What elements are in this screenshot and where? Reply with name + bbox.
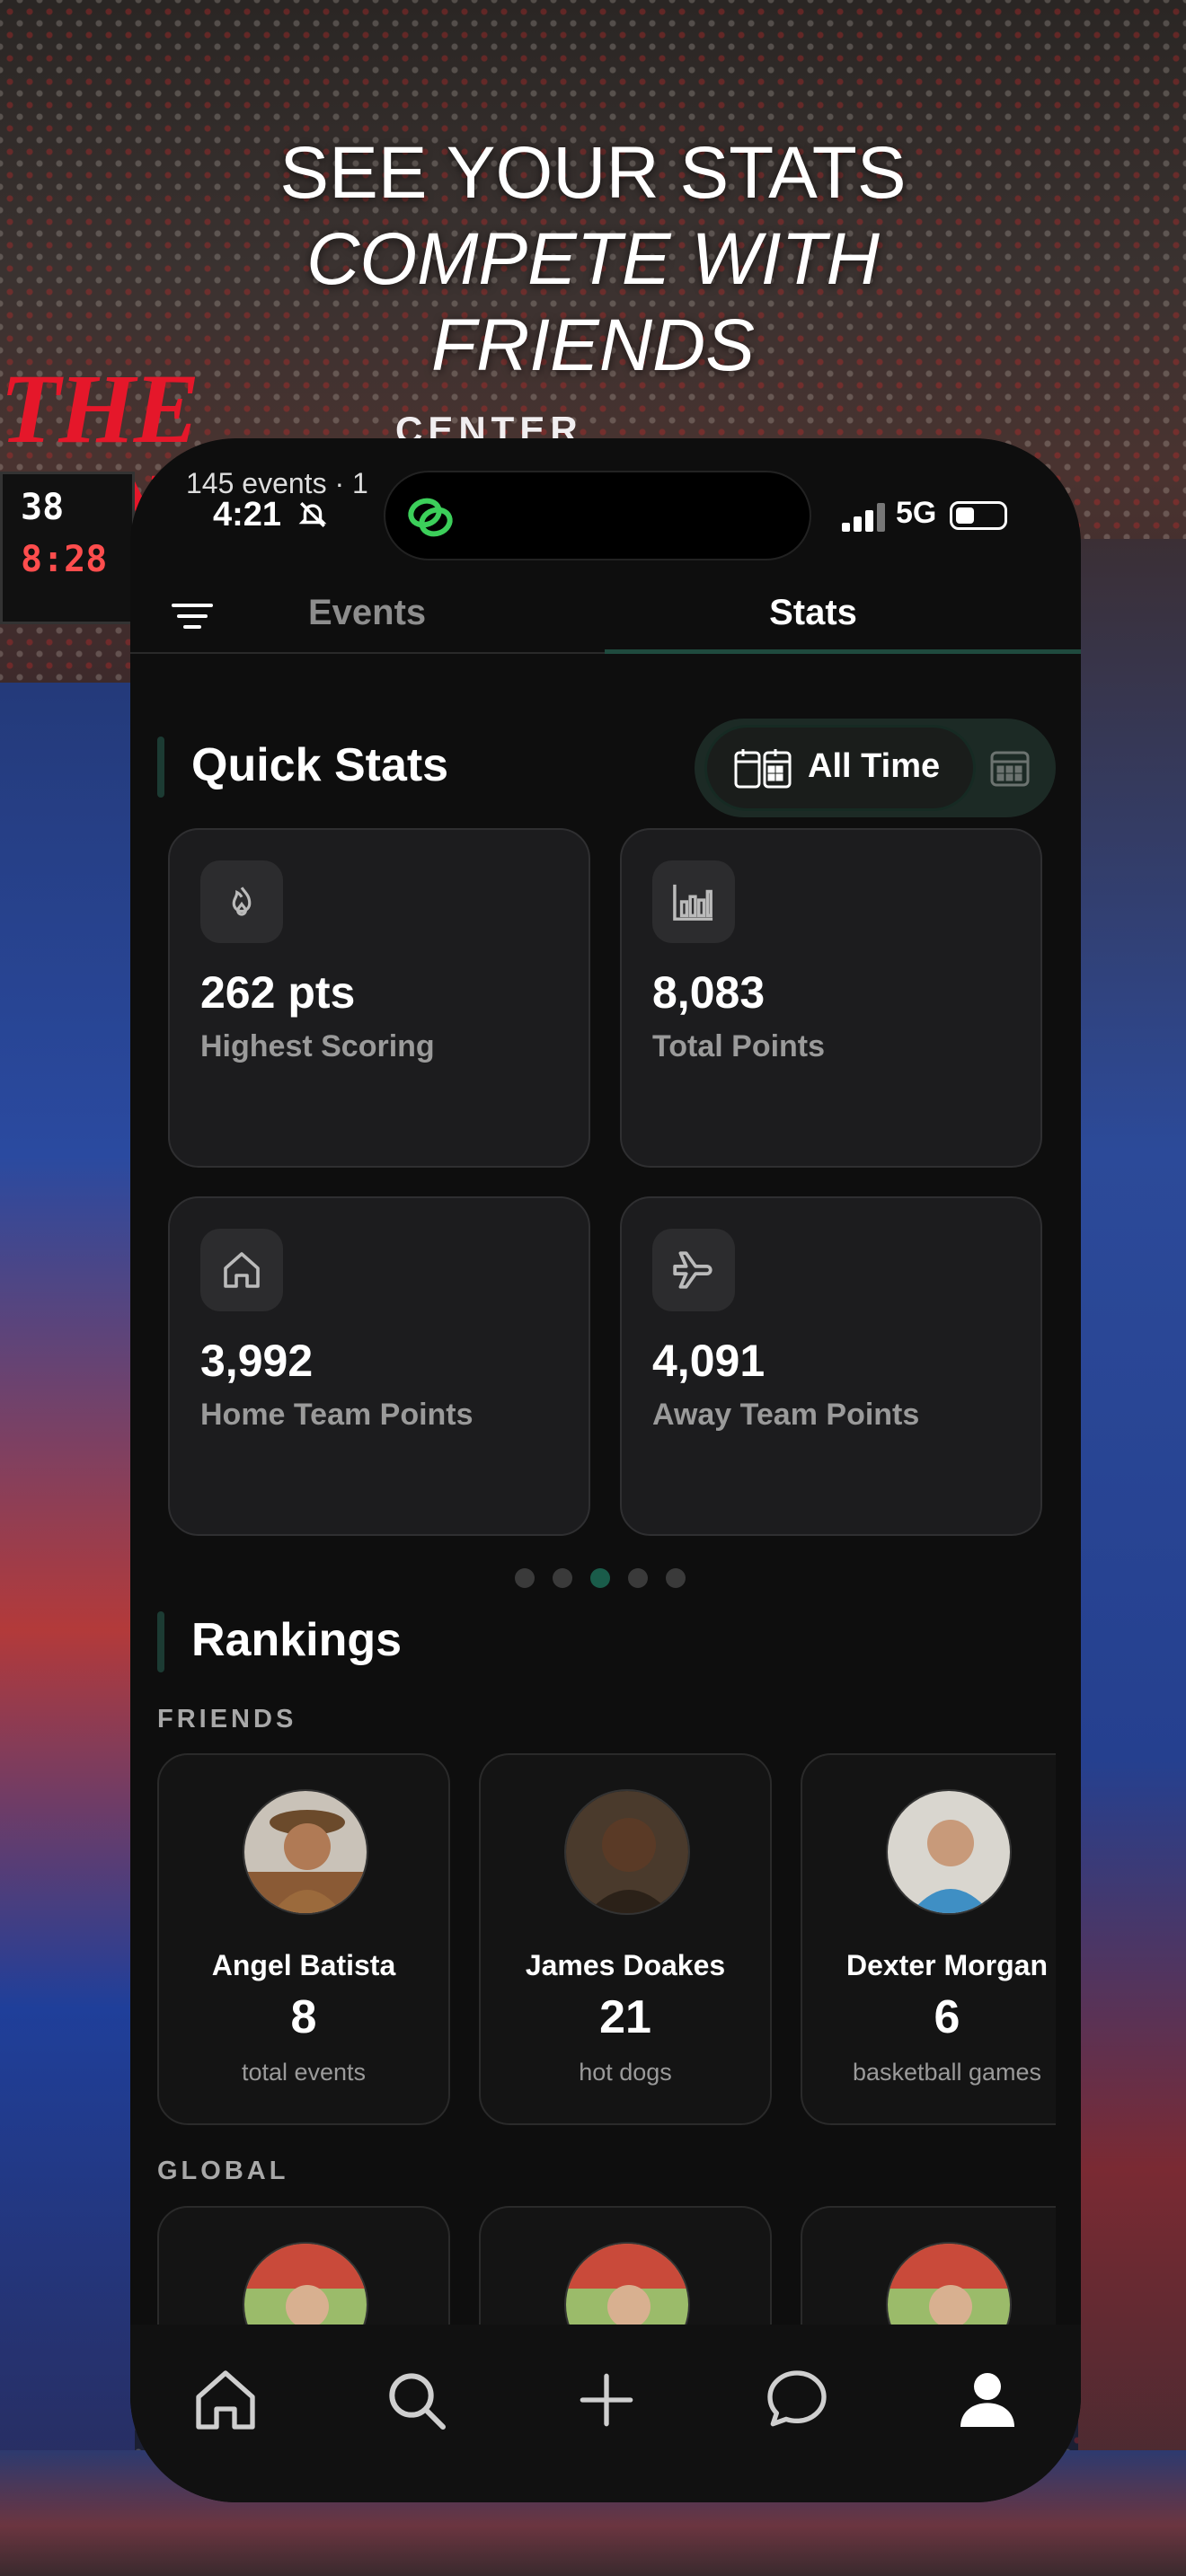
stat-label: Away Team Points <box>652 1398 920 1432</box>
stat-card-total-points[interactable]: 8,083 Total Points <box>620 828 1042 1168</box>
global-rank-card[interactable] <box>801 2206 1056 2332</box>
page-dot[interactable] <box>515 1568 535 1588</box>
avatar <box>243 1789 368 1915</box>
network-label: 5G <box>896 496 937 530</box>
home-icon[interactable] <box>190 2364 261 2436</box>
stat-card-away-team-points[interactable]: 4,091 Away Team Points <box>620 1196 1042 1536</box>
global-label: GLOBAL <box>157 2157 289 2185</box>
global-rank-card[interactable] <box>157 2206 450 2332</box>
scoreboard-score: 38 <box>21 487 65 528</box>
headline-line-3: FRIENDS <box>431 304 755 386</box>
plane-icon <box>652 1229 735 1311</box>
stat-card-highest-scoring[interactable]: 262 pts Highest Scoring <box>168 828 590 1168</box>
stat-label: Highest Scoring <box>200 1029 435 1063</box>
battery-icon <box>950 501 1007 530</box>
avatar <box>243 2242 368 2332</box>
dynamic-island <box>384 471 811 560</box>
status-time: 4:21 <box>213 496 282 534</box>
stat-label: Total Points <box>652 1029 826 1063</box>
section-accent-bar <box>157 1611 164 1672</box>
date-range-toggle[interactable]: All Time <box>695 719 1056 817</box>
page-dot[interactable] <box>628 1568 648 1588</box>
stat-value: 3,992 <box>200 1336 314 1386</box>
flame-icon <box>200 860 283 943</box>
filter-icon[interactable] <box>172 602 213 631</box>
friend-count: 6 <box>934 1991 960 2043</box>
search-icon[interactable] <box>380 2364 452 2436</box>
avatar <box>886 1789 1012 1915</box>
calendar-range-icon <box>734 749 792 789</box>
stat-label: Home Team Points <box>200 1398 474 1432</box>
page-dot-active[interactable] <box>590 1568 610 1588</box>
headline-line-2: COMPETE WITH <box>306 218 880 300</box>
scoreboard-clock: 8:28 <box>21 539 108 580</box>
status-bar: 145 events · 1 4:21 5G <box>130 438 1081 573</box>
headline-line-1: SEE YOUR STATS <box>279 132 907 214</box>
stat-value: 262 pts <box>200 967 356 1018</box>
friend-unit: hot dogs <box>579 2059 672 2086</box>
calendar-icon[interactable] <box>989 747 1031 789</box>
avatar <box>886 2242 1012 2332</box>
chat-icon[interactable] <box>761 2364 833 2436</box>
active-tab-indicator <box>605 649 1081 654</box>
bar-chart-icon <box>652 860 735 943</box>
friends-label: FRIENDS <box>157 1705 297 1734</box>
top-tab-bar: Events Stats <box>130 573 1081 654</box>
stat-value: 8,083 <box>652 967 766 1018</box>
friend-count: 21 <box>599 1991 651 2043</box>
friend-unit: total events <box>241 2059 367 2086</box>
pagination-dots[interactable] <box>515 1568 704 1592</box>
rankings-title: Rankings <box>191 1614 403 1666</box>
phone-screen: 145 events · 1 4:21 5G Events Stats Quic… <box>130 438 1081 2502</box>
avatar <box>564 1789 690 1915</box>
page-dot[interactable] <box>666 1568 686 1588</box>
avatar <box>564 2242 690 2332</box>
bell-slash-icon <box>298 502 327 527</box>
friend-count: 8 <box>290 1991 317 2043</box>
all-time-label: All Time <box>808 747 941 785</box>
section-accent-bar <box>157 737 164 798</box>
plus-icon[interactable] <box>571 2364 642 2436</box>
bottom-nav-bar <box>130 2325 1081 2502</box>
global-rankings-row[interactable] <box>157 2206 1056 2332</box>
arena-right-side <box>1078 539 1186 2576</box>
tab-stats[interactable]: Stats <box>633 593 993 633</box>
profile-icon[interactable] <box>951 2364 1023 2436</box>
global-rank-card[interactable] <box>479 2206 772 2332</box>
friends-rankings-row[interactable]: Angel Batista 8 total events James Doake… <box>157 1753 1056 2130</box>
home-icon <box>200 1229 283 1311</box>
arena-left-side <box>0 683 135 2576</box>
all-time-button[interactable]: All Time <box>707 728 973 808</box>
friend-name: Dexter Morgan <box>845 1949 1049 1981</box>
friend-name: James Doakes <box>525 1949 726 1981</box>
marketing-headline: SEE YOUR STATS COMPETE WITH FRIENDS <box>0 130 1186 389</box>
scoreboard: 38 8:28 <box>0 472 135 624</box>
friend-rank-card[interactable]: Angel Batista 8 total events <box>157 1753 450 2125</box>
friend-name: Angel Batista <box>211 1949 396 1981</box>
friend-rank-card[interactable]: James Doakes 21 hot dogs <box>479 1753 772 2125</box>
friend-unit: basketball games <box>852 2059 1042 2086</box>
page-dot[interactable] <box>553 1568 572 1588</box>
friend-rank-card[interactable]: Dexter Morgan 6 basketball games <box>801 1753 1056 2125</box>
quick-stats-title: Quick Stats <box>191 739 449 791</box>
app-logo-icon <box>408 498 453 537</box>
signal-icon <box>842 503 885 532</box>
tab-events[interactable]: Events <box>308 593 524 633</box>
stat-value: 4,091 <box>652 1336 766 1386</box>
stat-card-home-team-points[interactable]: 3,992 Home Team Points <box>168 1196 590 1536</box>
